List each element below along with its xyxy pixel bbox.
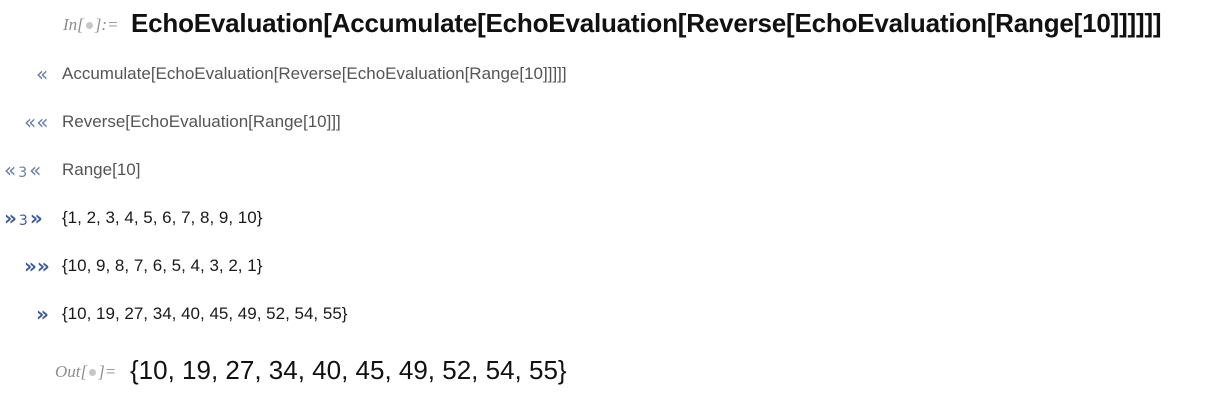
echo-marker-eval-icon: « <box>36 62 49 86</box>
echo-marker-result-level2-icon: »» <box>24 254 50 278</box>
echo-marker-result-icon: » <box>36 302 49 326</box>
cell-index-dot-icon <box>89 369 97 376</box>
echo-expression: Range[10] <box>62 160 141 179</box>
input-label-prefix: In[ <box>63 15 84 34</box>
echo-level: 3 <box>18 165 28 181</box>
input-expression[interactable]: EchoEvaluation[Accumulate[EchoEvaluation… <box>131 8 1162 39</box>
output-label-prefix: Out[ <box>55 362 88 381</box>
output-expression[interactable]: {10, 19, 27, 34, 40, 45, 49, 52, 54, 55} <box>130 355 567 386</box>
echo-value: {1, 2, 3, 4, 5, 6, 7, 8, 9, 10} <box>62 208 263 227</box>
echo-expression: Accumulate[EchoEvaluation[Reverse[EchoEv… <box>62 64 567 83</box>
echo-marker-eval-level3-icon: «3 « <box>4 158 41 182</box>
echo-marker-result-level3-icon: » 3» <box>4 206 43 230</box>
output-label-suffix: ]= <box>98 362 117 381</box>
echo-marker-right: » <box>29 206 43 230</box>
cell-index-dot-icon <box>85 22 93 29</box>
echo-marker-left: « <box>4 158 17 182</box>
output-label: Out[ ]= <box>55 362 116 382</box>
input-label-suffix: ]:= <box>94 15 119 34</box>
input-label: In[ ]:= <box>63 15 119 35</box>
echo-marker-right: « <box>29 158 42 182</box>
echo-expression: Reverse[EchoEvaluation[Range[10]]] <box>62 112 341 131</box>
echo-level: 3 <box>18 213 28 229</box>
echo-marker-left: » <box>4 206 17 230</box>
echo-value: {10, 9, 8, 7, 6, 5, 4, 3, 2, 1} <box>62 256 263 275</box>
echo-value: {10, 19, 27, 34, 40, 45, 49, 52, 54, 55} <box>62 304 348 323</box>
echo-marker-eval-level2-icon: «« <box>24 110 49 134</box>
